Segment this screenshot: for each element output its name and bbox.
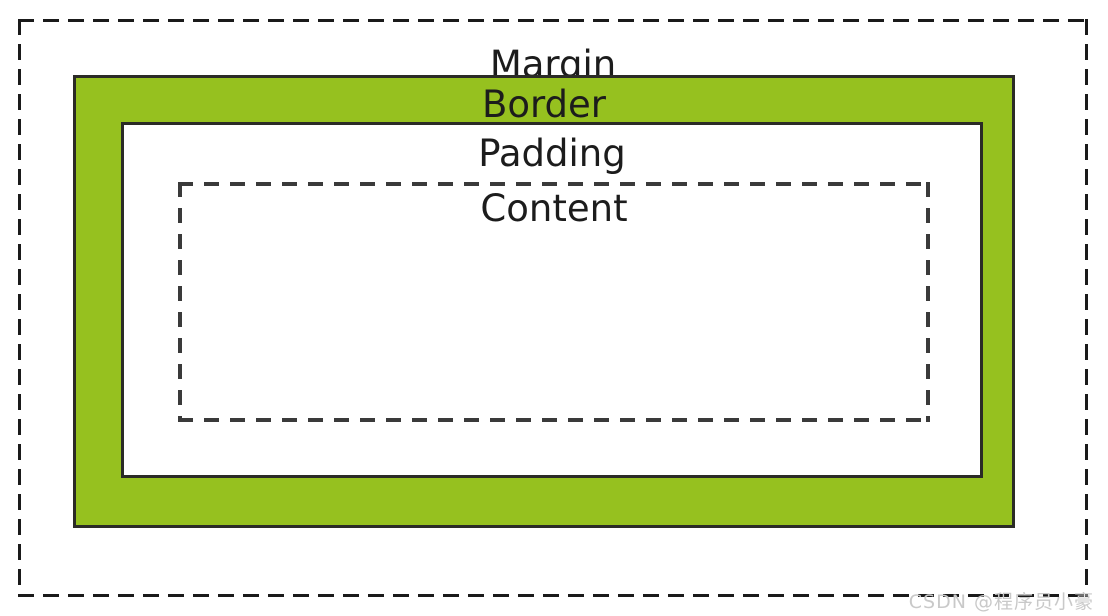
margin-box-edge-left [18,19,21,597]
box-model-diagram: Margin Border Padding Content CSDN @程序员小… [0,0,1108,616]
content-box: Content [178,182,930,422]
content-box-edge-top [178,182,930,186]
margin-box-edge-top [18,19,1088,22]
border-box: Border Padding Content [73,75,1015,528]
content-box-label: Content [480,187,628,230]
padding-box-label: Padding [478,132,626,175]
content-box-edge-bottom [178,418,930,422]
margin-box-edge-right [1085,19,1088,597]
watermark: CSDN @程序员小豪 [908,591,1094,613]
margin-box: Margin Border Padding Content [18,19,1088,597]
padding-box: Padding Content [121,122,983,478]
border-box-label: Border [481,83,607,126]
